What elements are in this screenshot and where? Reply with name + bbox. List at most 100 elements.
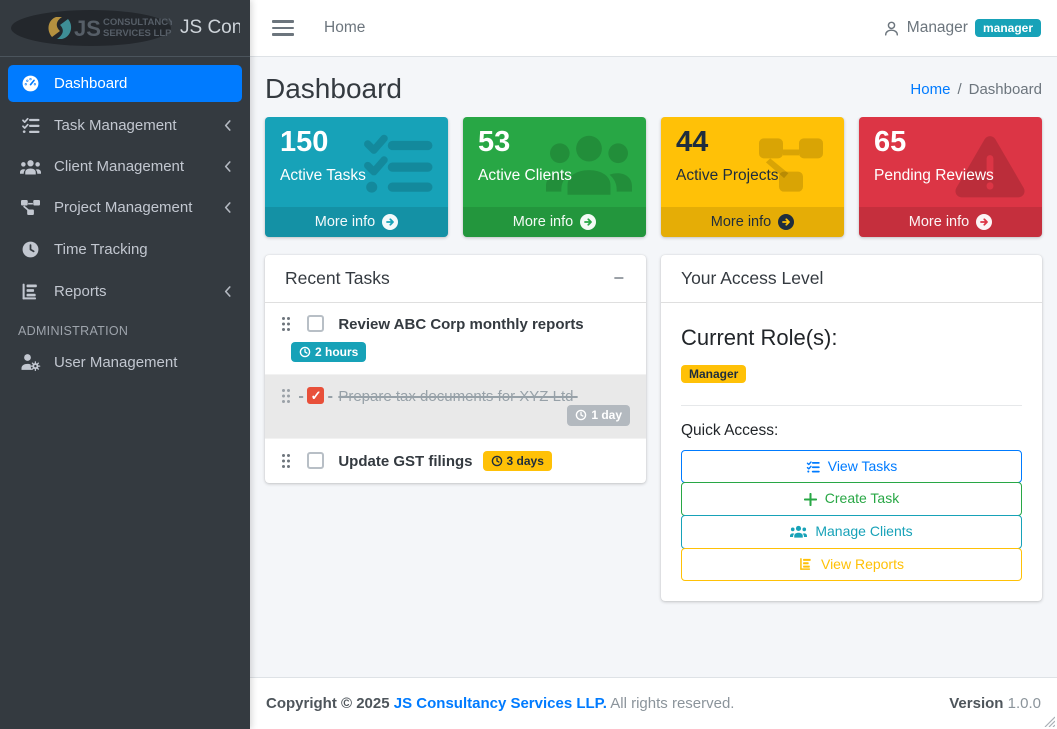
chevron-left-icon — [223, 285, 232, 298]
collapse-icon[interactable]: − — [611, 269, 626, 287]
view-tasks-button[interactable]: View Tasks — [681, 450, 1022, 484]
sidebar-item-client-management[interactable]: Client Management — [8, 149, 242, 184]
info-box-label: Active Tasks — [280, 167, 438, 191]
chart-bar-icon — [799, 557, 813, 571]
access-level-card: Your Access Level Current Role(s): Manag… — [661, 255, 1042, 601]
company-link[interactable]: JS Consultancy Services LLP. — [394, 695, 607, 712]
sidebar-item-label: Dashboard — [54, 75, 232, 92]
task-due-badge: 1 day — [567, 405, 630, 425]
sidebar-item-label: Project Management — [54, 199, 223, 216]
more-info-link[interactable]: More info — [463, 207, 646, 237]
task-due-badge: 2 hours — [291, 342, 366, 362]
sidebar-item-label: User Management — [54, 354, 232, 371]
chevron-left-icon — [223, 119, 232, 132]
sidebar-section-administration: ADMINISTRATION — [8, 316, 242, 344]
info-box-value: 53 — [478, 127, 636, 159]
sidebar-item-dashboard[interactable]: Dashboard — [8, 65, 242, 102]
sidebar-item-task-management[interactable]: Task Management — [8, 107, 242, 144]
task-title: Update GST filings — [338, 453, 472, 470]
info-box-active-tasks: 150 Active Tasks More info — [265, 117, 448, 237]
arrow-circle-right-icon — [382, 214, 398, 230]
footer-version: Version 1.0.0 — [949, 695, 1041, 712]
sidebar-item-time-tracking[interactable]: Time Tracking — [8, 231, 242, 268]
more-info-link[interactable]: More info — [859, 207, 1042, 237]
top-navbar: Home Manager manager — [250, 0, 1057, 57]
svg-text:SERVICES LLP: SERVICES LLP — [103, 28, 172, 39]
badge-label: 1 day — [591, 408, 622, 422]
task-row: Prepare tax documents for XYZ Ltd 1 day — [265, 375, 646, 438]
badge-label: 2 hours — [315, 345, 358, 359]
recent-tasks-header: Recent Tasks − — [265, 255, 646, 303]
task-checkbox[interactable] — [307, 387, 324, 404]
task-checkbox[interactable] — [307, 452, 324, 469]
access-level-header: Your Access Level — [661, 255, 1042, 303]
grip-vertical-icon[interactable] — [281, 453, 291, 469]
breadcrumb-home-link[interactable]: Home — [910, 81, 950, 98]
button-label: Create Task — [825, 489, 899, 509]
breadcrumb-current: Dashboard — [969, 81, 1042, 98]
sidebar-toggle-icon[interactable] — [272, 16, 294, 40]
footer: Copyright © 2025 JS Consultancy Services… — [250, 677, 1057, 729]
grip-vertical-icon[interactable] — [281, 388, 291, 404]
brand-name: JS Consultancy Services LLP — [180, 17, 240, 39]
page-title: Dashboard — [265, 73, 402, 105]
recent-tasks-card: Recent Tasks − Review ABC Corp mon — [265, 255, 646, 483]
sidebar-item-label: Client Management — [54, 158, 223, 175]
info-box-value: 65 — [874, 127, 1032, 159]
sidebar-item-reports[interactable]: Reports — [8, 273, 242, 310]
task-row: Review ABC Corp monthly reports 2 hours — [265, 303, 646, 375]
clock-icon — [575, 409, 587, 421]
brand-logo-icon: JS CONSULTANCY SERVICES LLP — [10, 9, 172, 47]
breadcrumb-separator: / — [957, 81, 961, 98]
info-boxes-row: 150 Active Tasks More info — [258, 117, 1050, 255]
clock-icon — [491, 455, 503, 467]
more-info-link[interactable]: More info — [661, 207, 844, 237]
manage-clients-button[interactable]: Manage Clients — [681, 515, 1022, 549]
content-header: Dashboard Home / Dashboard — [250, 57, 1057, 117]
users-icon — [790, 525, 807, 538]
grip-vertical-icon[interactable] — [281, 316, 291, 332]
app-root: { "brand": { "logo_js": "JS", "logo_line… — [0, 0, 1057, 729]
info-box-label: Active Projects — [676, 167, 834, 191]
info-box-active-projects: 44 Active Projects More info — [661, 117, 844, 237]
task-checkbox[interactable] — [307, 315, 324, 332]
role-badge: Manager — [681, 365, 746, 383]
task-list: Review ABC Corp monthly reports 2 hours — [265, 303, 646, 483]
quick-access-label: Quick Access: — [681, 422, 1022, 440]
svg-text:JS: JS — [74, 16, 101, 41]
brand[interactable]: JS CONSULTANCY SERVICES LLP JS Consultan… — [0, 0, 250, 57]
sidebar-item-user-management[interactable]: User Management — [8, 344, 242, 380]
resize-grip-icon[interactable] — [1043, 715, 1055, 727]
user-role-badge: manager — [975, 19, 1041, 37]
task-title: Review ABC Corp monthly reports — [338, 316, 583, 333]
info-box-label: Pending Reviews — [874, 167, 1032, 191]
sidebar-item-label: Time Tracking — [54, 241, 232, 258]
rights-text: All rights reserved. — [610, 695, 734, 712]
more-info-link[interactable]: More info — [265, 207, 448, 237]
card-title: Recent Tasks — [285, 268, 390, 289]
navbar-user-area[interactable]: Manager manager — [883, 19, 1041, 37]
navbar-user-name: Manager — [907, 19, 968, 37]
info-box-value: 150 — [280, 127, 438, 159]
sidebar-item-project-management[interactable]: Project Management — [8, 189, 242, 226]
chevron-left-icon — [223, 201, 232, 214]
current-role-label: Current Role(s): — [681, 325, 1022, 351]
plus-icon — [804, 493, 817, 506]
task-due-badge: 3 days — [483, 451, 552, 471]
task-row: Update GST filings 3 days — [265, 439, 646, 483]
button-label: Manage Clients — [815, 522, 912, 542]
view-reports-button[interactable]: View Reports — [681, 548, 1022, 582]
sidebar-item-label: Reports — [54, 283, 223, 300]
access-level-body: Current Role(s): Manager Quick Access: V… — [661, 303, 1042, 601]
arrow-circle-right-icon — [976, 214, 992, 230]
user-cog-icon — [18, 353, 42, 371]
arrow-circle-right-icon — [580, 214, 596, 230]
tasks-icon — [18, 116, 42, 135]
content: 150 Active Tasks More info — [250, 117, 1057, 677]
more-info-label: More info — [909, 214, 969, 230]
create-task-button[interactable]: Create Task — [681, 482, 1022, 516]
task-title: Prepare tax documents for XYZ Ltd — [338, 388, 573, 405]
navbar-home-link[interactable]: Home — [324, 19, 365, 37]
users-icon — [18, 159, 42, 175]
clock-icon — [18, 240, 42, 259]
